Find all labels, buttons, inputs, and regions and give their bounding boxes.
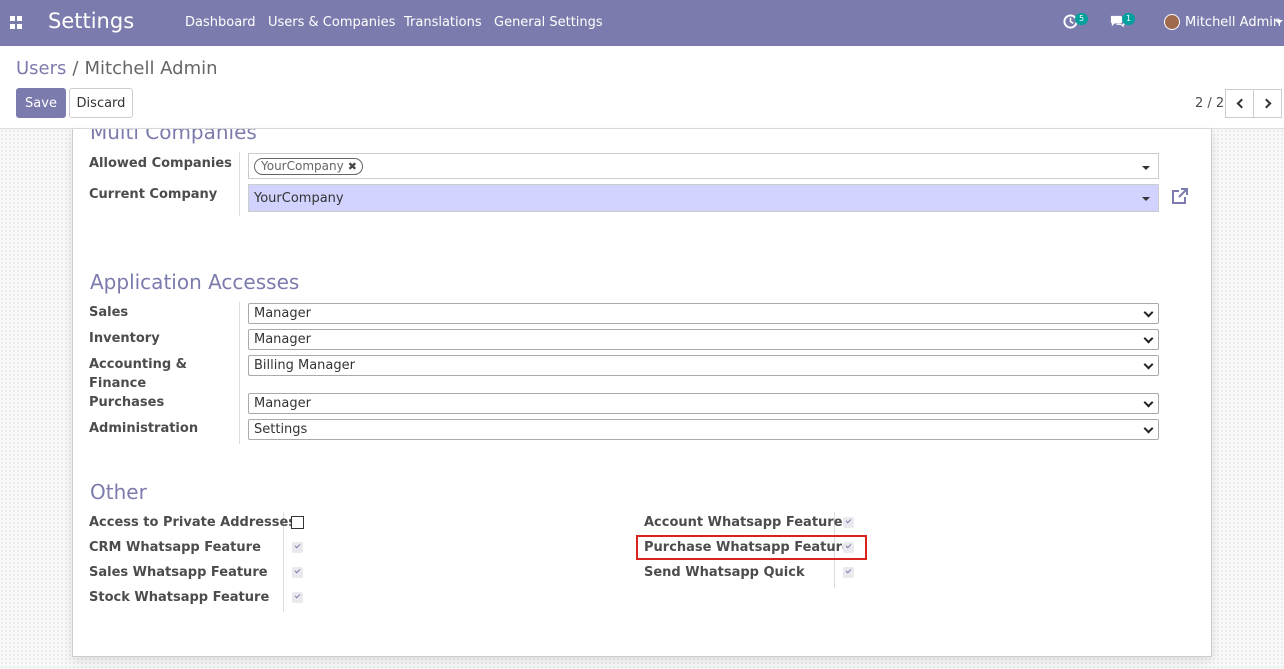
access-private-addresses-checkbox[interactable] [291,516,304,529]
save-button[interactable]: Save [16,88,66,118]
send-whatsapp-quick-checkbox[interactable] [843,567,854,578]
inventory-access-select[interactable]: Manager [248,329,1159,350]
chevron-down-icon [1143,333,1154,344]
inventory-access-value: Manager [254,332,311,347]
label-administration: Administration [89,421,199,436]
section-title-other: Other [90,480,147,504]
breadcrumb-separator: / [72,58,79,79]
stock-whatsapp-checkbox[interactable] [292,592,303,603]
account-whatsapp-checkbox[interactable] [843,517,854,528]
pager-value: 2 / 2 [1195,96,1225,111]
label-accounting-finance: Accounting & Finance [89,357,188,391]
chevron-right-icon [1261,98,1271,109]
chevron-down-icon [1143,397,1154,408]
label-allowed-companies: Allowed Companies [89,156,232,171]
crm-whatsapp-checkbox[interactable] [292,542,303,553]
messages-count-badge: 1 [1122,13,1136,25]
label-inventory: Inventory [89,331,160,346]
user-menu-name[interactable]: Mitchell Admin [1185,15,1281,30]
label-stock-whatsapp: Stock Whatsapp Feature [89,590,270,605]
chevron-left-icon [1236,98,1246,109]
purchases-access-select[interactable]: Manager [248,393,1159,414]
label-account-whatsapp: Account Whatsapp Feature [644,515,843,530]
label-sales-whatsapp: Sales Whatsapp Feature [89,565,268,580]
administration-access-select[interactable]: Settings [248,419,1159,440]
allowed-companies-field[interactable]: YourCompany ✖ [248,153,1159,179]
accounting-access-select[interactable]: Billing Manager [248,355,1159,376]
label-crm-whatsapp: CRM Whatsapp Feature [89,540,261,555]
chevron-down-icon [1143,423,1154,434]
label-sales: Sales [89,305,129,320]
section-title-application-accesses: Application Accesses [90,270,300,294]
purchases-access-value: Manager [254,396,311,411]
administration-access-value: Settings [254,422,308,437]
menu-dashboard[interactable]: Dashboard [185,15,256,30]
user-menu-caret-icon[interactable] [1275,20,1283,24]
company-tag: YourCompany ✖ [254,158,363,175]
pager-previous-button[interactable] [1225,89,1254,118]
label-divider [239,302,240,444]
chevron-down-icon [1143,359,1154,370]
accounting-access-value: Billing Manager [254,358,355,373]
menu-translations[interactable]: Translations [404,15,482,30]
sales-access-value: Manager [254,306,311,321]
user-avatar[interactable] [1164,14,1180,30]
external-link-icon[interactable] [1171,187,1189,205]
app-title[interactable]: Settings [48,9,134,33]
menu-users-companies[interactable]: Users & Companies [268,15,395,30]
label-purchases: Purchases [89,395,165,410]
breadcrumb-users[interactable]: Users [16,58,66,79]
label-access-private-addresses: Access to Private Addresses [89,515,297,530]
discard-button[interactable]: Discard [69,88,133,118]
breadcrumb-current: Mitchell Admin [84,58,218,79]
section-title-multi-companies: Multi Companies [90,120,257,144]
current-company-value: YourCompany [254,191,344,206]
breadcrumb: Users / Mitchell Admin [16,58,218,79]
label-divider [239,152,240,216]
apps-menu-icon[interactable] [10,16,23,29]
chevron-down-icon [1143,307,1154,318]
pager-next-button[interactable] [1253,89,1282,118]
dropdown-caret-icon[interactable] [1142,166,1150,170]
remove-tag-icon[interactable]: ✖ [348,159,357,174]
company-tag-label: YourCompany [261,159,344,173]
label-current-company: Current Company [89,187,218,202]
label-send-whatsapp-quick: Send Whatsapp Quick [644,565,805,580]
top-navbar: Settings Dashboard Users & Companies Tra… [0,0,1284,46]
sales-access-select[interactable]: Manager [248,303,1159,324]
dropdown-caret-icon[interactable] [1142,197,1150,201]
sales-whatsapp-checkbox[interactable] [292,567,303,578]
activity-count-badge: 5 [1075,13,1089,25]
current-company-select[interactable]: YourCompany [248,184,1159,212]
highlight-box [636,535,867,560]
menu-general-settings[interactable]: General Settings [494,15,603,30]
